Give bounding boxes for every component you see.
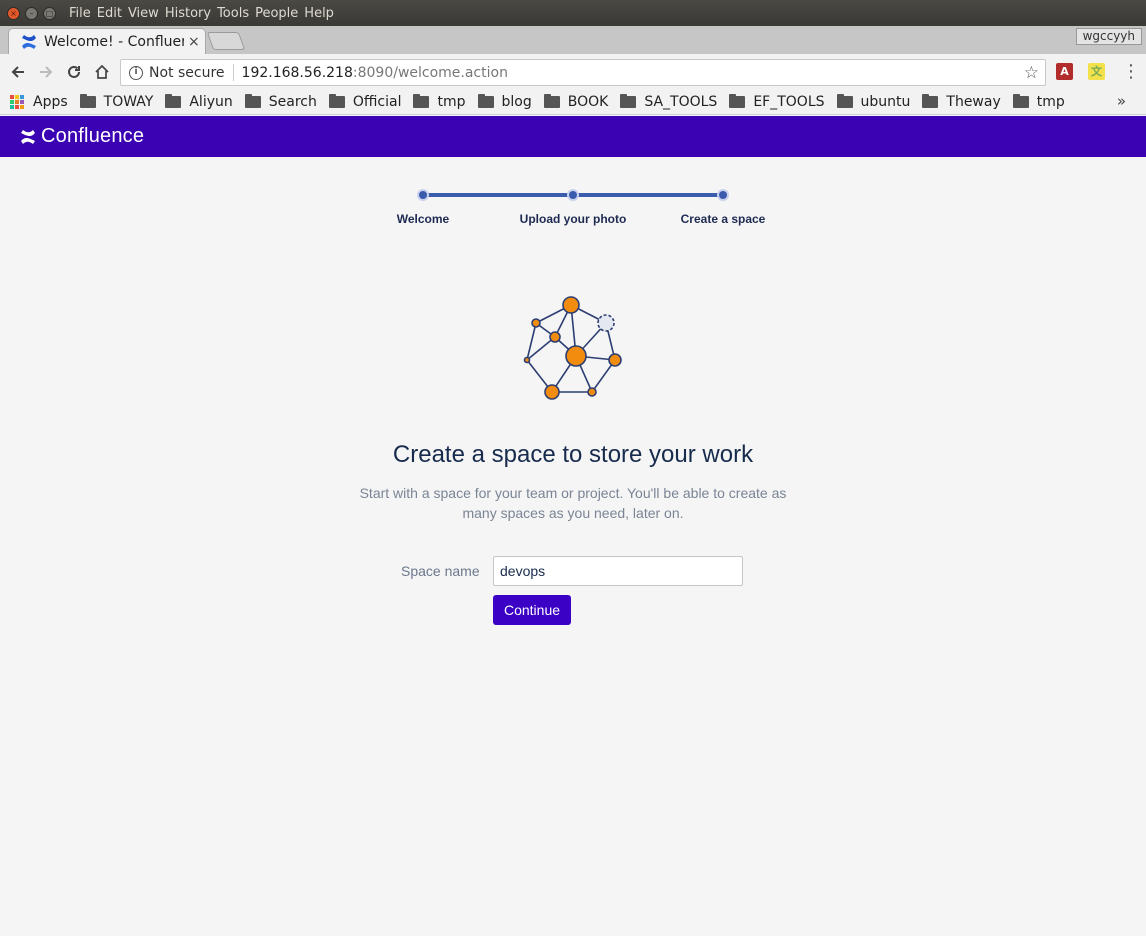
bookmark-label: blog — [501, 94, 532, 110]
page-heading: Create a space to store your work — [392, 441, 754, 468]
back-button[interactable] — [4, 58, 32, 86]
tab-title: Welcome! - Confluence — [44, 33, 184, 50]
folder-icon — [922, 94, 939, 108]
bookmarks-overflow-icon[interactable]: » — [1117, 92, 1126, 110]
address-divider — [232, 64, 234, 81]
close-window-button[interactable]: × — [7, 6, 20, 20]
bookmark-folder-aliyun[interactable]: Aliyun — [165, 94, 233, 110]
bookmark-folder-toway[interactable]: TOWAY — [79, 94, 154, 110]
folder-icon — [543, 94, 560, 108]
folder-icon — [244, 94, 261, 108]
maximize-window-button[interactable]: □ — [43, 6, 56, 20]
bookmark-label: tmp — [437, 94, 466, 110]
extension-translate-icon[interactable]: 文 — [1088, 63, 1105, 80]
bookmark-label: Official — [352, 94, 402, 110]
space-name-label: Space name — [401, 563, 480, 579]
folder-icon — [1012, 94, 1029, 108]
step-label-upload-photo: Upload your photo — [519, 212, 627, 226]
bookmark-label: tmp — [1036, 94, 1065, 110]
bookmark-folder-ubuntu[interactable]: ubuntu — [836, 94, 911, 110]
step-dot-upload-photo — [567, 189, 579, 201]
bookmark-folder-theway[interactable]: Theway — [922, 94, 1001, 110]
tab-welcome[interactable]: Welcome! - Confluence × — [8, 28, 206, 54]
home-icon — [95, 64, 109, 79]
home-button[interactable] — [88, 58, 116, 86]
step-dot-create-space — [717, 189, 729, 201]
continue-button[interactable]: Continue — [493, 595, 571, 625]
menu-file[interactable]: File — [69, 6, 91, 21]
bookmark-folder-tmp-2[interactable]: tmp — [1012, 94, 1065, 110]
space-network-illustration — [523, 296, 622, 400]
browser-toolbar: i Not secure 192.168.56.218:8090/welcome… — [0, 54, 1146, 90]
bookmark-label: Search — [268, 94, 317, 110]
folder-icon — [328, 94, 345, 108]
folder-icon — [79, 94, 96, 108]
folder-icon — [836, 94, 853, 108]
window-titlebar: × – □ File Edit View History Tools Peopl… — [0, 0, 1146, 26]
bookmark-label: Theway — [946, 94, 1001, 110]
menu-view[interactable]: View — [128, 6, 159, 21]
folder-icon — [620, 94, 637, 108]
bookmark-label: SA_TOOLS — [644, 94, 718, 110]
url-path[interactable]: :8090/welcome.action — [353, 65, 508, 81]
menu-help[interactable]: Help — [304, 6, 334, 21]
folder-icon — [729, 94, 746, 108]
minimize-window-button[interactable]: – — [25, 6, 38, 20]
window-controls: × – □ — [7, 6, 56, 20]
arrow-left-icon — [11, 66, 24, 78]
bookmark-label: TOWAY — [103, 94, 154, 110]
onboarding-stepper: Welcome Upload your photo Create a space — [0, 157, 1146, 237]
bookmark-label: EF_TOOLS — [753, 94, 825, 110]
confluence-header: Confluence — [0, 116, 1146, 157]
new-tab-button[interactable] — [206, 32, 246, 50]
page-description: Start with a space for your team or proj… — [359, 485, 787, 521]
arrow-right-icon — [40, 66, 53, 78]
security-status[interactable]: Not secure — [149, 65, 225, 81]
extension-a-icon[interactable]: A — [1056, 63, 1073, 80]
menu-history[interactable]: History — [165, 6, 211, 21]
confluence-favicon-icon — [22, 34, 36, 49]
tab-close-icon[interactable]: × — [188, 34, 200, 50]
bookmark-folder-official[interactable]: Official — [328, 94, 402, 110]
bookmark-folder-search[interactable]: Search — [244, 94, 317, 110]
app-menu-bar: File Edit View History Tools People Help — [69, 6, 340, 21]
bookmark-apps[interactable]: Apps — [10, 94, 68, 110]
bookmark-folder-tmp[interactable]: tmp — [413, 94, 466, 110]
step-label-create-space: Create a space — [680, 212, 766, 226]
forward-button[interactable] — [32, 58, 60, 86]
reload-icon — [68, 65, 80, 78]
step-dot-welcome — [417, 189, 429, 201]
star-icon[interactable]: ☆ — [1024, 63, 1039, 83]
info-icon[interactable]: i — [129, 65, 143, 80]
bookmark-label: ubuntu — [860, 94, 911, 110]
brand-name[interactable]: Confluence — [41, 125, 144, 148]
space-name-input[interactable] — [493, 556, 743, 586]
bookmark-label: BOOK — [567, 94, 609, 110]
bookmarks-bar: Apps TOWAY Aliyun Search Official tmp bl… — [0, 90, 1146, 115]
menu-tools[interactable]: Tools — [217, 6, 249, 21]
profile-button[interactable]: wgccyyh — [1075, 28, 1142, 45]
folder-icon — [413, 94, 430, 108]
step-label-welcome: Welcome — [396, 212, 450, 226]
bookmark-folder-sa-tools[interactable]: SA_TOOLS — [620, 94, 717, 110]
bookmark-label: Apps — [33, 94, 68, 110]
folder-icon — [165, 94, 182, 108]
bookmark-label: Aliyun — [189, 94, 233, 110]
folder-icon — [477, 94, 494, 108]
reload-button[interactable] — [60, 58, 88, 86]
bookmark-folder-book[interactable]: BOOK — [543, 94, 609, 110]
menu-people[interactable]: People — [255, 6, 298, 21]
address-bar[interactable]: i Not secure 192.168.56.218:8090/welcome… — [120, 59, 1046, 86]
menu-edit[interactable]: Edit — [97, 6, 122, 21]
apps-grid-icon — [10, 95, 24, 109]
url-host[interactable]: 192.168.56.218 — [242, 65, 353, 81]
kebab-menu-icon[interactable]: ⋮ — [1122, 61, 1140, 82]
bookmark-folder-ef-tools[interactable]: EF_TOOLS — [729, 94, 825, 110]
confluence-logo-icon[interactable] — [20, 129, 36, 145]
tab-strip: Welcome! - Confluence × wgccyyh — [0, 26, 1146, 54]
bookmark-folder-blog[interactable]: blog — [477, 94, 532, 110]
